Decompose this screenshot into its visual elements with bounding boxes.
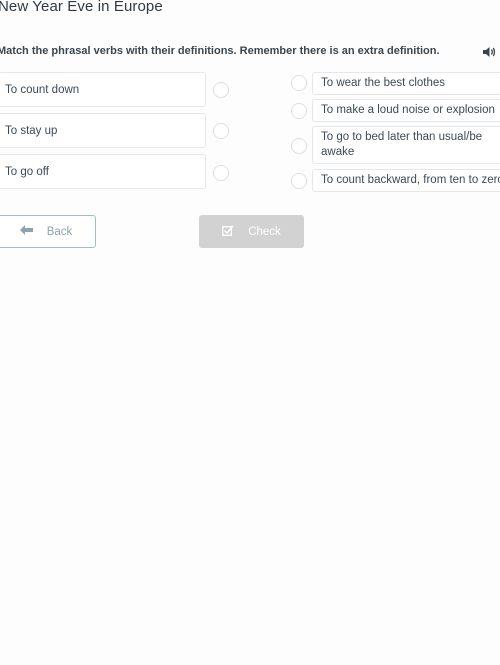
right-radio-3[interactable] bbox=[291, 138, 307, 154]
definition-item[interactable]: To count backward, from ten to zero bbox=[312, 169, 500, 192]
check-label: Check bbox=[248, 225, 281, 238]
definition-item[interactable]: To go to bed later than usual/be awake bbox=[312, 126, 500, 164]
left-radio-3[interactable] bbox=[213, 165, 229, 181]
right-radio-4[interactable] bbox=[291, 173, 307, 189]
definition-item[interactable]: To make a loud noise or explosion bbox=[312, 99, 500, 122]
definition-item[interactable]: To wear the best clothes bbox=[312, 72, 500, 95]
phrasal-verb-label: To count down bbox=[5, 84, 80, 96]
back-button[interactable]: Back bbox=[0, 215, 96, 248]
page-title: New Year Eve in Europe bbox=[0, 0, 163, 15]
check-button[interactable]: Check bbox=[199, 215, 304, 248]
left-radio-1[interactable] bbox=[213, 82, 229, 98]
back-label: Back bbox=[46, 225, 73, 238]
left-radio-2[interactable] bbox=[213, 123, 229, 139]
right-radio-2[interactable] bbox=[291, 103, 307, 119]
speaker-icon[interactable] bbox=[482, 45, 496, 57]
phrasal-verb-item[interactable]: To stay up bbox=[0, 113, 206, 148]
phrasal-verb-label: To stay up bbox=[5, 125, 58, 137]
phrasal-verb-item[interactable]: To go off bbox=[0, 154, 206, 189]
instruction-text: Match the phrasal verbs with their defin… bbox=[0, 45, 440, 57]
phrasal-verb-item[interactable]: To count down bbox=[0, 72, 206, 107]
checkbox-icon bbox=[222, 225, 234, 239]
right-radio-1[interactable] bbox=[291, 75, 307, 91]
phrasal-verb-label: To go off bbox=[5, 166, 49, 178]
arrow-left-icon bbox=[19, 225, 33, 238]
